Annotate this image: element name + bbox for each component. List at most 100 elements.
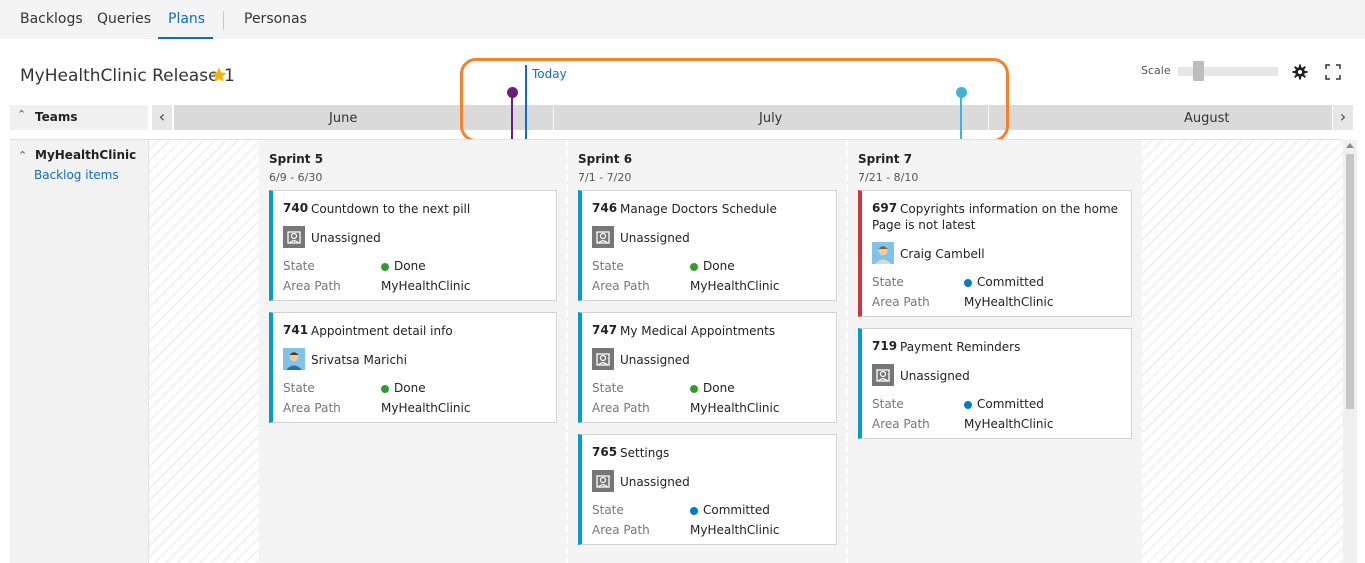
nav-divider [223, 11, 224, 30]
assignee-name: Craig Cambell [900, 247, 985, 261]
work-item-id: 747 [592, 323, 618, 337]
gear-icon[interactable] [1292, 64, 1308, 80]
teams-label: Teams [35, 110, 78, 124]
work-item-card[interactable]: 765 Settings Unassigned State Committed … [578, 434, 837, 545]
tab-queries[interactable]: Queries [97, 11, 151, 27]
sprint-name: Sprint 6 [578, 152, 633, 166]
state-label: State [592, 259, 624, 273]
state-committed-dot [964, 279, 972, 287]
area-path-label: Area Path [872, 417, 930, 431]
state-value: Done [703, 259, 735, 273]
area-path-label: Area Path [592, 523, 650, 537]
fullscreen-icon[interactable] [1325, 64, 1341, 80]
work-item-id: 740 [283, 201, 309, 215]
work-item-title[interactable]: Appointment detail info [311, 323, 453, 339]
state-done-dot [381, 385, 389, 393]
unassigned-avatar-icon [592, 470, 614, 492]
work-item-card[interactable]: 697 Copyrights information on the home P… [858, 190, 1132, 317]
favorite-star-icon[interactable] [210, 66, 228, 84]
state-done-dot [381, 263, 389, 271]
scale-slider-thumb[interactable] [1193, 61, 1204, 81]
top-nav: Backlogs Queries Plans Personas [0, 0, 1365, 39]
state-committed-dot [964, 401, 972, 409]
non-sprint-area [1142, 140, 1343, 563]
unassigned-avatar-icon [283, 226, 305, 248]
work-item-title[interactable]: My Medical Appointments [620, 323, 775, 339]
work-item-id: 697 [872, 201, 898, 215]
area-path-value: MyHealthClinic [964, 295, 1054, 309]
work-item-title[interactable]: Manage Doctors Schedule [620, 201, 777, 217]
tab-backlogs[interactable]: Backlogs [20, 11, 83, 27]
state-committed-dot [690, 507, 698, 515]
scale-label: Scale [1141, 64, 1171, 77]
tab-personas[interactable]: Personas [244, 11, 307, 27]
area-path-value: MyHealthClinic [381, 401, 471, 415]
state-label: State [283, 259, 315, 273]
team-row-header: ⌃ MyHealthClinic Backlog items [10, 140, 149, 563]
work-item-card[interactable]: 746 Manage Doctors Schedule Unassigned S… [578, 190, 837, 301]
work-item-card[interactable]: 719 Payment Reminders Unassigned State C… [858, 328, 1132, 439]
user-avatar-icon [872, 242, 894, 264]
area-path-label: Area Path [872, 295, 930, 309]
area-path-label: Area Path [283, 279, 341, 293]
work-item-title-continued[interactable]: Page is not latest [872, 217, 975, 233]
vertical-scrollbar[interactable] [1343, 140, 1357, 563]
state-value: Committed [977, 397, 1044, 411]
backlog-items-link[interactable]: Backlog items [34, 168, 119, 182]
work-item-id: 765 [592, 445, 618, 459]
work-item-title[interactable]: Settings [620, 445, 669, 461]
assignee-name: Unassigned [311, 231, 381, 245]
state-value: Committed [703, 503, 770, 517]
work-item-title[interactable]: Payment Reminders [900, 339, 1020, 355]
work-item-title[interactable]: Copyrights information on the home [900, 201, 1118, 217]
user-avatar-icon [283, 348, 305, 370]
month-august: August [1184, 111, 1230, 126]
area-path-label: Area Path [592, 401, 650, 415]
team-name: MyHealthClinic [35, 148, 137, 162]
area-path-value: MyHealthClinic [690, 523, 780, 537]
teams-header[interactable]: ⌃ Teams [10, 105, 148, 130]
timeline-next-button[interactable]: › [1333, 105, 1353, 130]
assignee-name: Srivatsa Marichi [311, 353, 407, 367]
area-path-value: MyHealthClinic [381, 279, 471, 293]
collapse-team-icon[interactable]: ⌃ [18, 149, 27, 162]
state-done-dot [690, 385, 698, 393]
assignee-name: Unassigned [620, 353, 690, 367]
sprint-name: Sprint 7 [858, 152, 913, 166]
work-item-id: 719 [872, 339, 898, 353]
area-path-value: MyHealthClinic [690, 279, 780, 293]
work-item-card[interactable]: 740 Countdown to the next pill Unassigne… [269, 190, 557, 301]
active-tab-indicator [158, 37, 213, 39]
state-label: State [592, 503, 624, 517]
scroll-up-icon[interactable] [1346, 143, 1354, 148]
state-value: Done [394, 259, 426, 273]
collapse-all-icon[interactable]: ⌃ [17, 108, 26, 121]
state-label: State [592, 381, 624, 395]
work-item-id: 741 [283, 323, 309, 337]
timeline-prev-button[interactable]: ‹ [152, 105, 172, 130]
state-label: State [872, 275, 904, 289]
area-path-label: Area Path [283, 401, 341, 415]
state-value: Done [394, 381, 426, 395]
scrollbar-thumb[interactable] [1346, 154, 1354, 409]
assignee-name: Unassigned [620, 231, 690, 245]
area-path-label: Area Path [592, 279, 650, 293]
assignee-name: Unassigned [620, 475, 690, 489]
work-item-title[interactable]: Countdown to the next pill [311, 201, 470, 217]
work-item-card[interactable]: 741 Appointment detail info Srivatsa Mar… [269, 312, 557, 423]
work-item-card[interactable]: 747 My Medical Appointments Unassigned S… [578, 312, 837, 423]
state-label: State [283, 381, 315, 395]
sprint-name: Sprint 5 [269, 152, 324, 166]
assignee-name: Unassigned [900, 369, 970, 383]
area-path-value: MyHealthClinic [690, 401, 780, 415]
page-title: MyHealthClinic Release 1 [20, 66, 235, 86]
area-path-value: MyHealthClinic [964, 417, 1054, 431]
sprint-dates: 6/9 - 6/30 [269, 171, 323, 184]
unassigned-avatar-icon [592, 226, 614, 248]
state-value: Committed [977, 275, 1044, 289]
sprint-dates: 7/21 - 8/10 [858, 171, 919, 184]
state-label: State [872, 397, 904, 411]
callout-highlight [460, 58, 1009, 142]
unassigned-avatar-icon [592, 348, 614, 370]
tab-plans[interactable]: Plans [168, 11, 205, 27]
